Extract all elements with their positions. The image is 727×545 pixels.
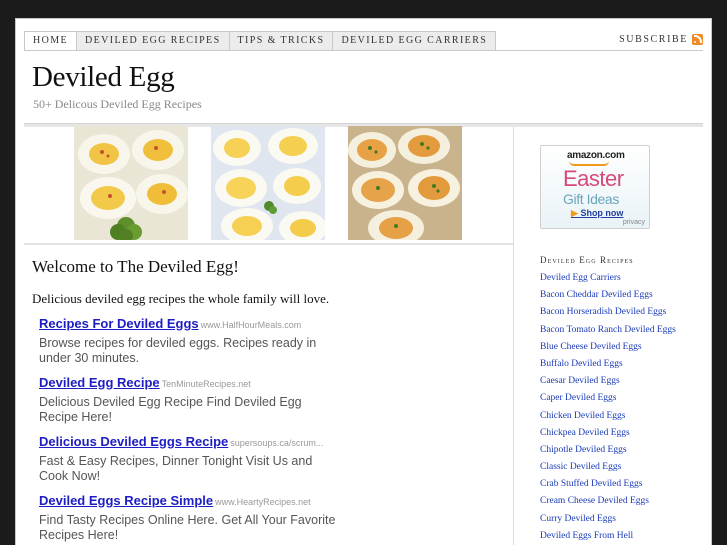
nav-tab-home[interactable]: Home	[24, 31, 78, 51]
content-divider	[24, 243, 513, 245]
site-title[interactable]: Deviled Egg	[32, 61, 175, 94]
sidebar-heading: Deviled Egg Recipes	[540, 255, 634, 265]
nav-tab-deviled-egg-carriers[interactable]: Deviled Egg Carriers	[333, 31, 497, 51]
shop-now-link[interactable]: ▶ Shop now	[571, 208, 623, 219]
sidebar-link[interactable]: Chickpea Deviled Eggs	[540, 425, 676, 442]
ad-url[interactable]: www.HalfHourMeals.com	[201, 320, 302, 330]
nav-divider	[24, 50, 703, 51]
page: Home Deviled Egg Recipes Tips & Tricks D…	[15, 18, 712, 545]
amazon-logo: amazon.com	[567, 150, 625, 161]
site-tagline: 50+ Delicous Deviled Egg Recipes	[33, 97, 202, 111]
arrow-right-icon: ▶	[571, 208, 578, 218]
deviled-egg-photo-2	[211, 126, 325, 240]
rss-icon	[692, 34, 703, 45]
banner-subline: Gift Ideas	[563, 191, 619, 207]
post-intro: Delicious deviled egg recipes the whole …	[32, 291, 330, 306]
sidebar-link[interactable]: Blue Cheese Deviled Eggs	[540, 339, 676, 356]
top-nav: Home Deviled Egg Recipes Tips & Tricks D…	[24, 31, 497, 51]
sidebar-link[interactable]: Deviled Egg Carriers	[540, 270, 676, 287]
sidebar-link[interactable]: Curry Deviled Eggs	[540, 511, 676, 528]
sidebar-divider	[513, 127, 514, 545]
subscribe-label: SUBSCRIBE	[619, 34, 688, 45]
ad-block: Deviled Egg Recipe TenMinuteRecipes.net D…	[39, 374, 339, 425]
sidebar-link[interactable]: Bacon Cheddar Deviled Eggs	[540, 287, 676, 304]
ad-title-link[interactable]: Recipes For Deviled Eggs	[39, 316, 199, 331]
ad-description: Fast & Easy Recipes, Dinner Tonight Visi…	[39, 454, 313, 483]
ad-title-link[interactable]: Deviled Egg Recipe	[39, 375, 160, 390]
ad-title-link[interactable]: Delicious Deviled Eggs Recipe	[39, 434, 228, 449]
sidebar-link[interactable]: Cream Cheese Deviled Eggs	[540, 493, 676, 510]
sidebar-link[interactable]: Chicken Deviled Eggs	[540, 408, 676, 425]
ad-description: Delicious Deviled Egg Recipe Find Devile…	[39, 395, 302, 424]
deviled-egg-photo-3	[348, 126, 462, 240]
ad-description: Find Tasty Recipes Online Here. Get All …	[39, 513, 336, 542]
nav-tab-deviled-egg-recipes[interactable]: Deviled Egg Recipes	[77, 31, 230, 51]
ad-block: Recipes For Deviled Eggs www.HalfHourMeal…	[39, 315, 339, 366]
sidebar-link[interactable]: Caper Deviled Eggs	[540, 390, 676, 407]
subscribe-link[interactable]: SUBSCRIBE	[619, 34, 703, 45]
ad-block: Deviled Eggs Recipe Simple www.HeartyReci…	[39, 492, 339, 543]
ad-description: Browse recipes for deviled eggs. Recipes…	[39, 336, 317, 365]
banner-headline: Easter	[563, 166, 624, 191]
sidebar-link[interactable]: Bacon Tomato Ranch Deviled Eggs	[540, 322, 676, 339]
sidebar-link[interactable]: Crab Stuffed Deviled Eggs	[540, 476, 676, 493]
sidebar-link[interactable]: Classic Deviled Eggs	[540, 459, 676, 476]
ad-url[interactable]: supersoups.ca/scrum...	[230, 438, 323, 448]
ad-url[interactable]: TenMinuteRecipes.net	[162, 379, 251, 389]
post-title[interactable]: Welcome to The Deviled Egg!	[32, 257, 239, 277]
sidebar-link[interactable]: Bacon Horseradish Deviled Eggs	[540, 304, 676, 321]
ad-url[interactable]: www.HeartyRecipes.net	[215, 497, 311, 507]
sidebar-recipe-list: Deviled Egg Carriers Bacon Cheddar Devil…	[540, 270, 676, 545]
amazon-easter-banner[interactable]: amazon.com Easter Gift Ideas ▶ Shop now …	[540, 145, 650, 229]
privacy-link[interactable]: privacy	[623, 219, 645, 226]
ad-block: Delicious Deviled Eggs Recipe supersoups.…	[39, 433, 339, 484]
shop-now-label: Shop now	[580, 208, 624, 218]
sidebar-link[interactable]: Deviled Eggs From Hell	[540, 528, 676, 545]
nav-tab-tips-tricks[interactable]: Tips & Tricks	[229, 31, 334, 51]
sidebar-link[interactable]: Caesar Deviled Eggs	[540, 373, 676, 390]
deviled-egg-photo-1	[74, 126, 188, 240]
sidebar-link[interactable]: Buffalo Deviled Eggs	[540, 356, 676, 373]
sidebar-link[interactable]: Chipotle Deviled Eggs	[540, 442, 676, 459]
ad-title-link[interactable]: Deviled Eggs Recipe Simple	[39, 493, 213, 508]
